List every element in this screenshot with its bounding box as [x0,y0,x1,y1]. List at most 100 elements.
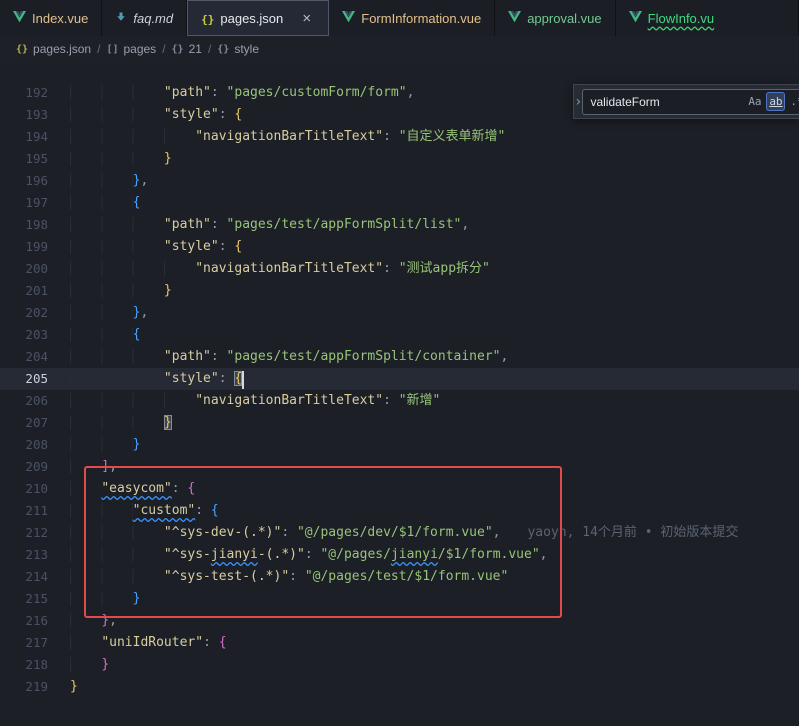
close-tab-icon[interactable]: × [298,10,315,27]
line-number[interactable]: 197 [0,192,70,214]
line-number[interactable]: 201 [0,280,70,302]
line-content: } [70,280,172,302]
breadcrumb-separator-icon: / [162,42,165,56]
code-area[interactable]: 192 "path": "pages/customForm/form",193 … [0,62,799,698]
symbol-object-icon: {} [16,44,28,55]
line-content: "navigationBarTitleText": "新增" [70,390,440,412]
line-content: } [70,588,140,610]
code-line-219[interactable]: 219} [0,676,799,698]
line-content: } [70,434,140,456]
vue-file-icon [13,11,26,26]
vue-file-icon [342,11,355,26]
code-line-204[interactable]: 204 "path": "pages/test/appFormSplit/con… [0,346,799,368]
line-number[interactable]: 215 [0,588,70,610]
line-number[interactable]: 214 [0,566,70,588]
code-line-195[interactable]: 195 } [0,148,799,170]
editor[interactable]: › Aa ab .* 192 "path": "pages/customForm… [0,62,799,726]
breadcrumb-item-pages.json[interactable]: {}pages.json [16,42,91,56]
code-line-214[interactable]: 214 "^sys-test-(.*)": "@/pages/test/$1/f… [0,566,799,588]
match-case-icon[interactable]: Aa [745,92,764,111]
line-content: }, [70,170,148,192]
code-line-203[interactable]: 203 { [0,324,799,346]
breadcrumb-separator-icon: / [208,42,211,56]
line-number[interactable]: 211 [0,500,70,522]
line-number[interactable]: 213 [0,544,70,566]
breadcrumb-separator-icon: / [97,42,100,56]
line-number[interactable]: 206 [0,390,70,412]
code-line-210[interactable]: 210 "easycom": { [0,478,799,500]
breadcrumb-item-pages[interactable]: []pages [106,42,156,56]
code-line-196[interactable]: 196 }, [0,170,799,192]
whole-word-icon[interactable]: ab [766,92,785,111]
line-number[interactable]: 207 [0,412,70,434]
line-content: "style": { [70,368,244,390]
code-line-215[interactable]: 215 } [0,588,799,610]
line-content: "style": { [70,236,242,258]
line-number[interactable]: 196 [0,170,70,192]
code-line-218[interactable]: 218 } [0,654,799,676]
code-line-206[interactable]: 206 "navigationBarTitleText": "新增" [0,390,799,412]
tab-approval.vue[interactable]: approval.vue [495,0,615,36]
line-content: }, [70,610,117,632]
line-number[interactable]: 216 [0,610,70,632]
line-number[interactable]: 192 [0,82,70,104]
code-line-200[interactable]: 200 "navigationBarTitleText": "测试app拆分" [0,258,799,280]
code-line-198[interactable]: 198 "path": "pages/test/appFormSplit/lis… [0,214,799,236]
line-number[interactable]: 204 [0,346,70,368]
line-number[interactable]: 205 [0,368,70,390]
line-number[interactable]: 202 [0,302,70,324]
tab-bar: Index.vuefaq.md{}pages.json× FormInformat… [0,0,799,36]
breadcrumb-item-21[interactable]: {}21 [172,42,202,56]
code-line-202[interactable]: 202 }, [0,302,799,324]
line-content: "style": { [70,104,242,126]
code-line-194[interactable]: 194 "navigationBarTitleText": "自定义表单新增" [0,126,799,148]
regex-icon[interactable]: .* [787,92,799,111]
line-number[interactable]: 198 [0,214,70,236]
find-input-box: Aa ab .* [582,89,799,115]
line-content: } [70,148,172,170]
tab-Index.vue[interactable]: Index.vue [0,0,102,36]
line-number[interactable]: 203 [0,324,70,346]
tab-FormInformation.vue[interactable]: FormInformation.vue [329,0,495,36]
code-line-216[interactable]: 216 }, [0,610,799,632]
tab-faq.md[interactable]: faq.md [102,0,187,36]
line-number[interactable]: 210 [0,478,70,500]
line-content: "custom": { [70,500,219,522]
line-content: "path": "pages/test/appFormSplit/list", [70,214,469,236]
line-number[interactable]: 199 [0,236,70,258]
breadcrumb-item-style[interactable]: {}style [217,42,259,56]
line-number[interactable]: 212 [0,522,70,544]
code-line-209[interactable]: 209 ], [0,456,799,478]
toggle-replace-chevron-icon[interactable]: › [574,85,582,118]
line-number[interactable]: 219 [0,676,70,698]
code-line-211[interactable]: 211 "custom": { [0,500,799,522]
line-content: "path": "pages/test/appFormSplit/contain… [70,346,508,368]
breadcrumb-label: pages [123,42,156,56]
tab-FlowInfo.vu[interactable]: FlowInfo.vu [616,0,799,36]
line-number[interactable]: 193 [0,104,70,126]
line-number[interactable]: 208 [0,434,70,456]
code-line-217[interactable]: 217 "uniIdRouter": { [0,632,799,654]
code-line-197[interactable]: 197 { [0,192,799,214]
code-line-213[interactable]: 213 "^sys-jianyi-(.*)": "@/pages/jianyi/… [0,544,799,566]
code-line-201[interactable]: 201 } [0,280,799,302]
code-line-205[interactable]: 205 "style": { [0,368,799,390]
line-number[interactable]: 217 [0,632,70,654]
line-number[interactable]: 218 [0,654,70,676]
line-number[interactable]: 195 [0,148,70,170]
find-input[interactable] [590,95,745,109]
code-line-199[interactable]: 199 "style": { [0,236,799,258]
code-line-208[interactable]: 208 } [0,434,799,456]
tab-pages.json[interactable]: {}pages.json× [187,0,329,36]
tab-label: FlowInfo.vu [648,11,714,26]
breadcrumb: {}pages.json / []pages / {}21 / {}style [0,36,799,62]
line-content: "^sys-test-(.*)": "@/pages/test/$1/form.… [70,566,508,588]
text-cursor [242,371,244,389]
code-line-212[interactable]: 212 "^sys-dev-(.*)": "@/pages/dev/$1/for… [0,522,799,544]
tab-label: FormInformation.vue [361,11,481,26]
vue-file-icon [508,11,521,26]
line-number[interactable]: 200 [0,258,70,280]
line-number[interactable]: 194 [0,126,70,148]
code-line-207[interactable]: 207 } [0,412,799,434]
line-number[interactable]: 209 [0,456,70,478]
